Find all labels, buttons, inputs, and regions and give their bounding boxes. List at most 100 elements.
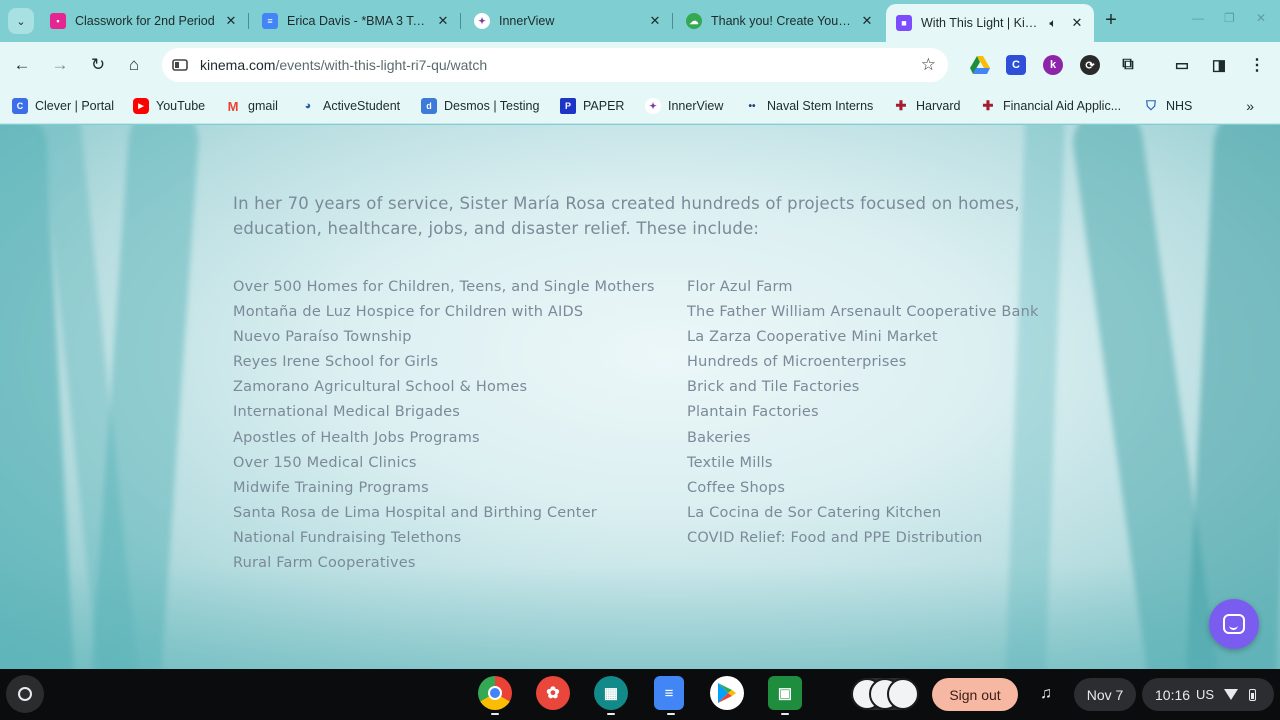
close-icon[interactable]: ✕ xyxy=(646,13,664,29)
launcher-button[interactable] xyxy=(6,675,44,713)
kinema-camera-icon: ■ xyxy=(896,15,912,31)
list-item: National Fundraising Telethons xyxy=(233,529,462,546)
chrome-app[interactable] xyxy=(478,676,512,715)
classroom-board-icon: ▦ xyxy=(603,685,619,702)
play-store-app[interactable] xyxy=(710,676,744,710)
list-item: Reyes Irene School for Girls xyxy=(233,354,439,371)
input-method: US xyxy=(1196,687,1215,702)
bookmark-star-icon[interactable]: ☆ xyxy=(921,55,936,75)
clever-extension-icon[interactable]: C xyxy=(1006,55,1026,75)
address-bar[interactable]: kinema.com/events/with-this-light-ri7-qu… xyxy=(162,48,948,82)
bookmark-label: Desmos | Testing xyxy=(444,99,540,113)
running-indicator xyxy=(607,713,615,715)
extensions-puzzle-icon[interactable]: ⧉ xyxy=(1118,55,1138,75)
bookmark-youtube[interactable]: ▶ YouTube xyxy=(133,96,205,116)
intro-text: In her 70 years of service, Sister María… xyxy=(233,194,1020,238)
chrome-icon xyxy=(488,686,502,700)
list-item: La Zarza Cooperative Mini Market xyxy=(687,329,938,346)
kami-extension-icon[interactable]: k xyxy=(1043,55,1063,75)
bookmark-paper[interactable]: P PAPER xyxy=(560,96,624,116)
list-item: Brick and Tile Factories xyxy=(687,379,860,396)
status-area[interactable]: 10:16 US xyxy=(1142,678,1274,711)
bookmarks-bar: C Clever | Portal ▶ YouTube Mgmail ◕ Active… xyxy=(0,88,1280,124)
bookmark-label: gmail xyxy=(248,99,278,113)
list-item: Montaña de Luz Hospice for Children with… xyxy=(233,304,584,321)
reload-button[interactable]: ↻ xyxy=(86,53,110,77)
tab-thank-you[interactable]: ☁ Thank you! Create Your Own ✕ xyxy=(676,6,884,36)
maximize-icon[interactable]: ❐ xyxy=(1224,11,1235,25)
forward-button[interactable]: → xyxy=(48,53,72,77)
tab-innerview[interactable]: ✦ InnerView ✕ xyxy=(464,6,673,36)
clock: 10:16 xyxy=(1155,686,1191,703)
bookmark-gmail[interactable]: Mgmail xyxy=(225,96,278,116)
innerview-icon: ✦ xyxy=(645,98,661,114)
date-tray[interactable]: Nov 7 xyxy=(1074,678,1136,711)
list-item: Over 500 Homes for Children, Teens, and … xyxy=(233,279,655,295)
google-drive-icon[interactable] xyxy=(970,55,990,75)
window-close-icon[interactable]: ✕ xyxy=(1256,11,1266,25)
bookmark-label: PAPER xyxy=(583,99,625,113)
bookmark-label: ActiveStudent xyxy=(323,99,401,113)
menu-kebab-icon[interactable]: ⋮ xyxy=(1247,55,1267,75)
desmos-icon: d xyxy=(421,98,437,114)
video-frame[interactable]: In her 70 years of service, Sister María… xyxy=(0,125,1280,669)
dark-extension-icon[interactable]: ⟳ xyxy=(1080,55,1100,75)
close-icon[interactable]: ✕ xyxy=(222,13,240,29)
bookmark-financial-aid[interactable]: ✚ Financial Aid Applic... xyxy=(980,96,1122,116)
list-item: International Medical Brigades xyxy=(233,404,461,421)
tab-title: Thank you! Create Your Own xyxy=(711,14,852,28)
list-item: Bakeries xyxy=(687,429,751,446)
side-panel-icon[interactable]: ◨ xyxy=(1209,55,1229,75)
home-button[interactable]: ⌂ xyxy=(122,53,146,77)
bookmark-nhs[interactable]: ⛉ NHS xyxy=(1143,96,1192,116)
bookmark-label: NHS xyxy=(1166,99,1193,113)
bookmark-activestudent[interactable]: ◕ ActiveStudent xyxy=(300,96,400,116)
tab-separator xyxy=(248,13,249,29)
list-item: Textile Mills xyxy=(687,454,773,471)
arrow-left-icon: ← xyxy=(13,55,31,74)
launcher-icon xyxy=(18,687,32,701)
close-icon[interactable]: ✕ xyxy=(1068,15,1086,31)
running-indicator xyxy=(491,713,499,715)
media-controls-button[interactable]: ♫ xyxy=(1030,678,1062,710)
tab-search-button[interactable]: ⌄ xyxy=(8,8,34,34)
chat-support-button[interactable] xyxy=(1209,599,1259,649)
bookmark-clever[interactable]: C Clever | Portal xyxy=(12,96,114,116)
list-item: Coffee Shops xyxy=(687,479,786,496)
classroom-board-app[interactable]: ▦ xyxy=(594,676,628,715)
cast-icon[interactable]: ▭ xyxy=(1172,55,1192,75)
audio-playing-icon[interactable]: 🔈︎ xyxy=(1044,16,1062,31)
close-icon[interactable]: ✕ xyxy=(858,13,876,29)
reload-icon: ↻ xyxy=(90,55,106,74)
playlist-icon: ♫ xyxy=(1040,685,1052,702)
site-info-icon[interactable] xyxy=(172,57,188,73)
clever-icon: C xyxy=(12,98,28,114)
close-icon[interactable]: ✕ xyxy=(434,13,452,29)
holding-space-tray[interactable] xyxy=(851,678,919,710)
bookmark-innerview[interactable]: ✦ InnerView xyxy=(645,96,723,116)
bookmark-label: Harvard xyxy=(916,99,961,113)
docs-app[interactable]: ≡ xyxy=(654,676,684,715)
tab-title: With This Light | Kinema xyxy=(921,16,1042,30)
palette-icon: ✿ xyxy=(546,685,560,702)
minimize-icon[interactable]: — xyxy=(1192,11,1204,25)
more-bookmarks-icon[interactable]: » xyxy=(1246,98,1254,114)
innerview-icon: ✦ xyxy=(474,13,490,29)
back-button[interactable]: ← xyxy=(10,53,34,77)
bookmark-label: Financial Aid Applic... xyxy=(1003,99,1122,113)
battery-icon xyxy=(1249,688,1257,701)
bookmark-harvard[interactable]: ✚ Harvard xyxy=(893,96,961,116)
bookmark-naval-stem[interactable]: •• Naval Stem Interns xyxy=(744,96,873,116)
tab-classwork[interactable]: ▪ Classwork for 2nd Period ✕ xyxy=(40,6,249,36)
bookmark-desmos[interactable]: d Desmos | Testing xyxy=(421,96,539,116)
tab-with-this-light[interactable]: ■ With This Light | Kinema 🔈︎ ✕ xyxy=(886,4,1094,42)
list-item: Midwife Training Programs xyxy=(233,479,429,496)
background-ground-fade xyxy=(0,565,1280,669)
google-docs-icon: ≡ xyxy=(262,13,278,29)
canvas-app[interactable]: ✿ xyxy=(536,676,570,710)
google-classroom-app[interactable]: ▣ xyxy=(768,676,802,715)
harvard-icon: ✚ xyxy=(895,98,907,113)
sign-out-button[interactable]: Sign out xyxy=(932,678,1018,711)
tab-erica-davis[interactable]: ≡ Erica Davis - *BMA 3 Topic ✕ xyxy=(252,6,461,36)
new-tab-button[interactable]: + xyxy=(1100,10,1122,30)
